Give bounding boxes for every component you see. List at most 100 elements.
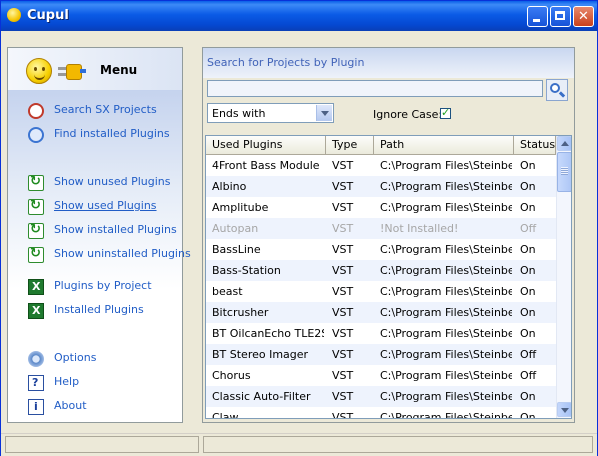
table-row[interactable]: beast VST C:\Program Files\Steinbe... On (206, 281, 556, 302)
column-header-path[interactable]: Path (374, 136, 514, 154)
menu-item-installed-plugins[interactable]: Installed Plugins (28, 302, 180, 320)
table-row[interactable]: Chorus VST C:\Program Files\Steinbe... Off (206, 365, 556, 386)
cell-name: Autopan (212, 222, 259, 235)
plug-icon (58, 62, 86, 80)
status-bar (1, 433, 597, 456)
maximize-button[interactable] (550, 6, 571, 27)
menu-item-show-installed-plugins[interactable]: Show installed Plugins (28, 222, 180, 240)
cell-name: 4Front Bass Module (212, 159, 320, 172)
menu-item-find-installed-plugins[interactable]: Find installed Plugins (28, 126, 180, 144)
scroll-down-button[interactable] (557, 402, 571, 417)
table-row[interactable]: 4Front Bass Module VST C:\Program Files\St… (206, 155, 556, 176)
cell-type: VST (332, 222, 354, 235)
table-row[interactable]: Classic Auto-Filter VST C:\Program Files\S… (206, 386, 556, 407)
cell-path: C:\Program Files\Steinbe... (380, 369, 512, 382)
refresh-icon (28, 246, 44, 263)
menu-item-label: Help (54, 375, 80, 388)
cell-status: On (520, 264, 536, 277)
magnifier-handle (558, 91, 566, 98)
column-header-status[interactable]: Status (514, 136, 556, 154)
about-icon (28, 399, 44, 415)
table-row[interactable]: Albino VST C:\Program Files\Steinbe... On (206, 176, 556, 197)
menu-item-search-sx-projects[interactable]: Search SX Projects (28, 102, 180, 120)
menu-item-label: Plugins by Project (54, 279, 152, 292)
menu-item-label: Show installed Plugins (54, 223, 177, 236)
plugins-table: Used Plugins Type Path Status 4Front Bas… (205, 135, 572, 419)
column-header-type[interactable]: Type (326, 136, 374, 154)
cell-type: VST (332, 390, 354, 403)
cell-name: BassLine (212, 243, 261, 256)
close-icon: ✕ (578, 9, 589, 24)
menu-item-label: About (54, 399, 87, 412)
search-heading: Search for Projects by Plugin (207, 56, 365, 69)
menu-panel: Menu Search SX Projects Find installed P… (7, 47, 191, 423)
close-button[interactable]: ✕ (573, 6, 594, 27)
excel-icon (28, 279, 44, 295)
menu-item-show-uninstalled-plugins[interactable]: Show uninstalled Plugins (28, 246, 191, 264)
app-window: Cupul ✕ Menu Search SX Projects Find ins… (0, 0, 598, 456)
ignore-case-checkbox[interactable] (440, 106, 451, 119)
menu-item-options[interactable]: Options (28, 350, 180, 368)
cell-name: Bass-Station (212, 264, 281, 277)
match-mode-select[interactable]: Ends with (207, 103, 334, 123)
help-icon (28, 375, 44, 391)
vertical-scrollbar[interactable] (556, 136, 571, 418)
menu-item-help[interactable]: Help (28, 374, 180, 392)
cell-path: !Not Installed! (380, 222, 459, 235)
cell-status: On (520, 411, 536, 419)
cell-type: VST (332, 306, 354, 319)
minimize-icon (533, 19, 540, 22)
app-icon (7, 8, 21, 22)
refresh-icon (28, 174, 44, 191)
menu-item-about[interactable]: About (28, 398, 180, 416)
menu-item-plugins-by-project[interactable]: Plugins by Project (28, 278, 180, 296)
cell-type: VST (332, 348, 354, 361)
cell-status: On (520, 390, 536, 403)
cell-path: C:\Program Files\Steinbe... (380, 327, 512, 340)
cell-path: C:\Program Files\Steinbe... (380, 285, 512, 298)
smiley-icon (26, 58, 52, 84)
table-row[interactable]: BT Stereo Imager VST C:\Program Files\Stei… (206, 344, 556, 365)
cell-path: C:\Program Files\Steinbe... (380, 306, 512, 319)
plugin-search-input[interactable] (207, 80, 543, 97)
menu-item-label: Find installed Plugins (54, 127, 170, 140)
chevron-down-icon[interactable] (316, 105, 332, 121)
cell-status: On (520, 285, 536, 298)
search-panel: Search for Projects by Plugin Ends with … (202, 47, 575, 423)
cell-path: C:\Program Files\Steinbe... (380, 159, 512, 172)
cell-path: C:\Program Files\Steinbe... (380, 201, 512, 214)
cell-path: C:\Program Files\Steinbe... (380, 390, 512, 403)
table-row[interactable]: Claw VST C:\Program Files\Steinbe... On (206, 407, 556, 419)
cell-type: VST (332, 285, 354, 298)
menu-item-show-used-plugins[interactable]: Show used Plugins (28, 198, 180, 216)
table-row[interactable]: BT OilcanEcho TLE2S VST C:\Program Files\S… (206, 323, 556, 344)
cell-type: VST (332, 264, 354, 277)
menu-title: Menu (100, 63, 138, 77)
refresh-icon (28, 222, 44, 239)
minimize-button[interactable] (527, 6, 548, 27)
scroll-up-button[interactable] (557, 136, 571, 151)
cell-type: VST (332, 201, 354, 214)
table-header: Used Plugins Type Path Status (206, 136, 556, 155)
cell-status: Off (520, 348, 537, 361)
table-row[interactable]: Amplitube VST C:\Program Files\Steinbe... O… (206, 197, 556, 218)
table-row[interactable]: Bitcrusher VST C:\Program Files\Steinbe...… (206, 302, 556, 323)
cell-type: VST (332, 159, 354, 172)
cell-path: C:\Program Files\Steinbe... (380, 411, 512, 419)
menu-item-label: Show used Plugins (54, 199, 157, 212)
cell-type: VST (332, 180, 354, 193)
cell-path: C:\Program Files\Steinbe... (380, 180, 512, 193)
menu-item-show-unused-plugins[interactable]: Show unused Plugins (28, 174, 180, 192)
title-bar[interactable]: Cupul ✕ (1, 1, 597, 31)
table-row[interactable]: Bass-Station VST C:\Program Files\Steinbe.… (206, 260, 556, 281)
cell-type: VST (332, 243, 354, 256)
cell-status: Off (520, 369, 537, 382)
table-row[interactable]: Autopan VST !Not Installed! Off (206, 218, 556, 239)
menu-item-label: Show uninstalled Plugins (54, 247, 191, 260)
status-pane-right (203, 436, 593, 453)
search-button[interactable] (546, 79, 568, 101)
table-row[interactable]: BassLine VST C:\Program Files\Steinbe... On (206, 239, 556, 260)
column-header-used-plugins[interactable]: Used Plugins (206, 136, 326, 154)
scroll-thumb[interactable] (557, 152, 571, 192)
cell-type: VST (332, 411, 354, 419)
